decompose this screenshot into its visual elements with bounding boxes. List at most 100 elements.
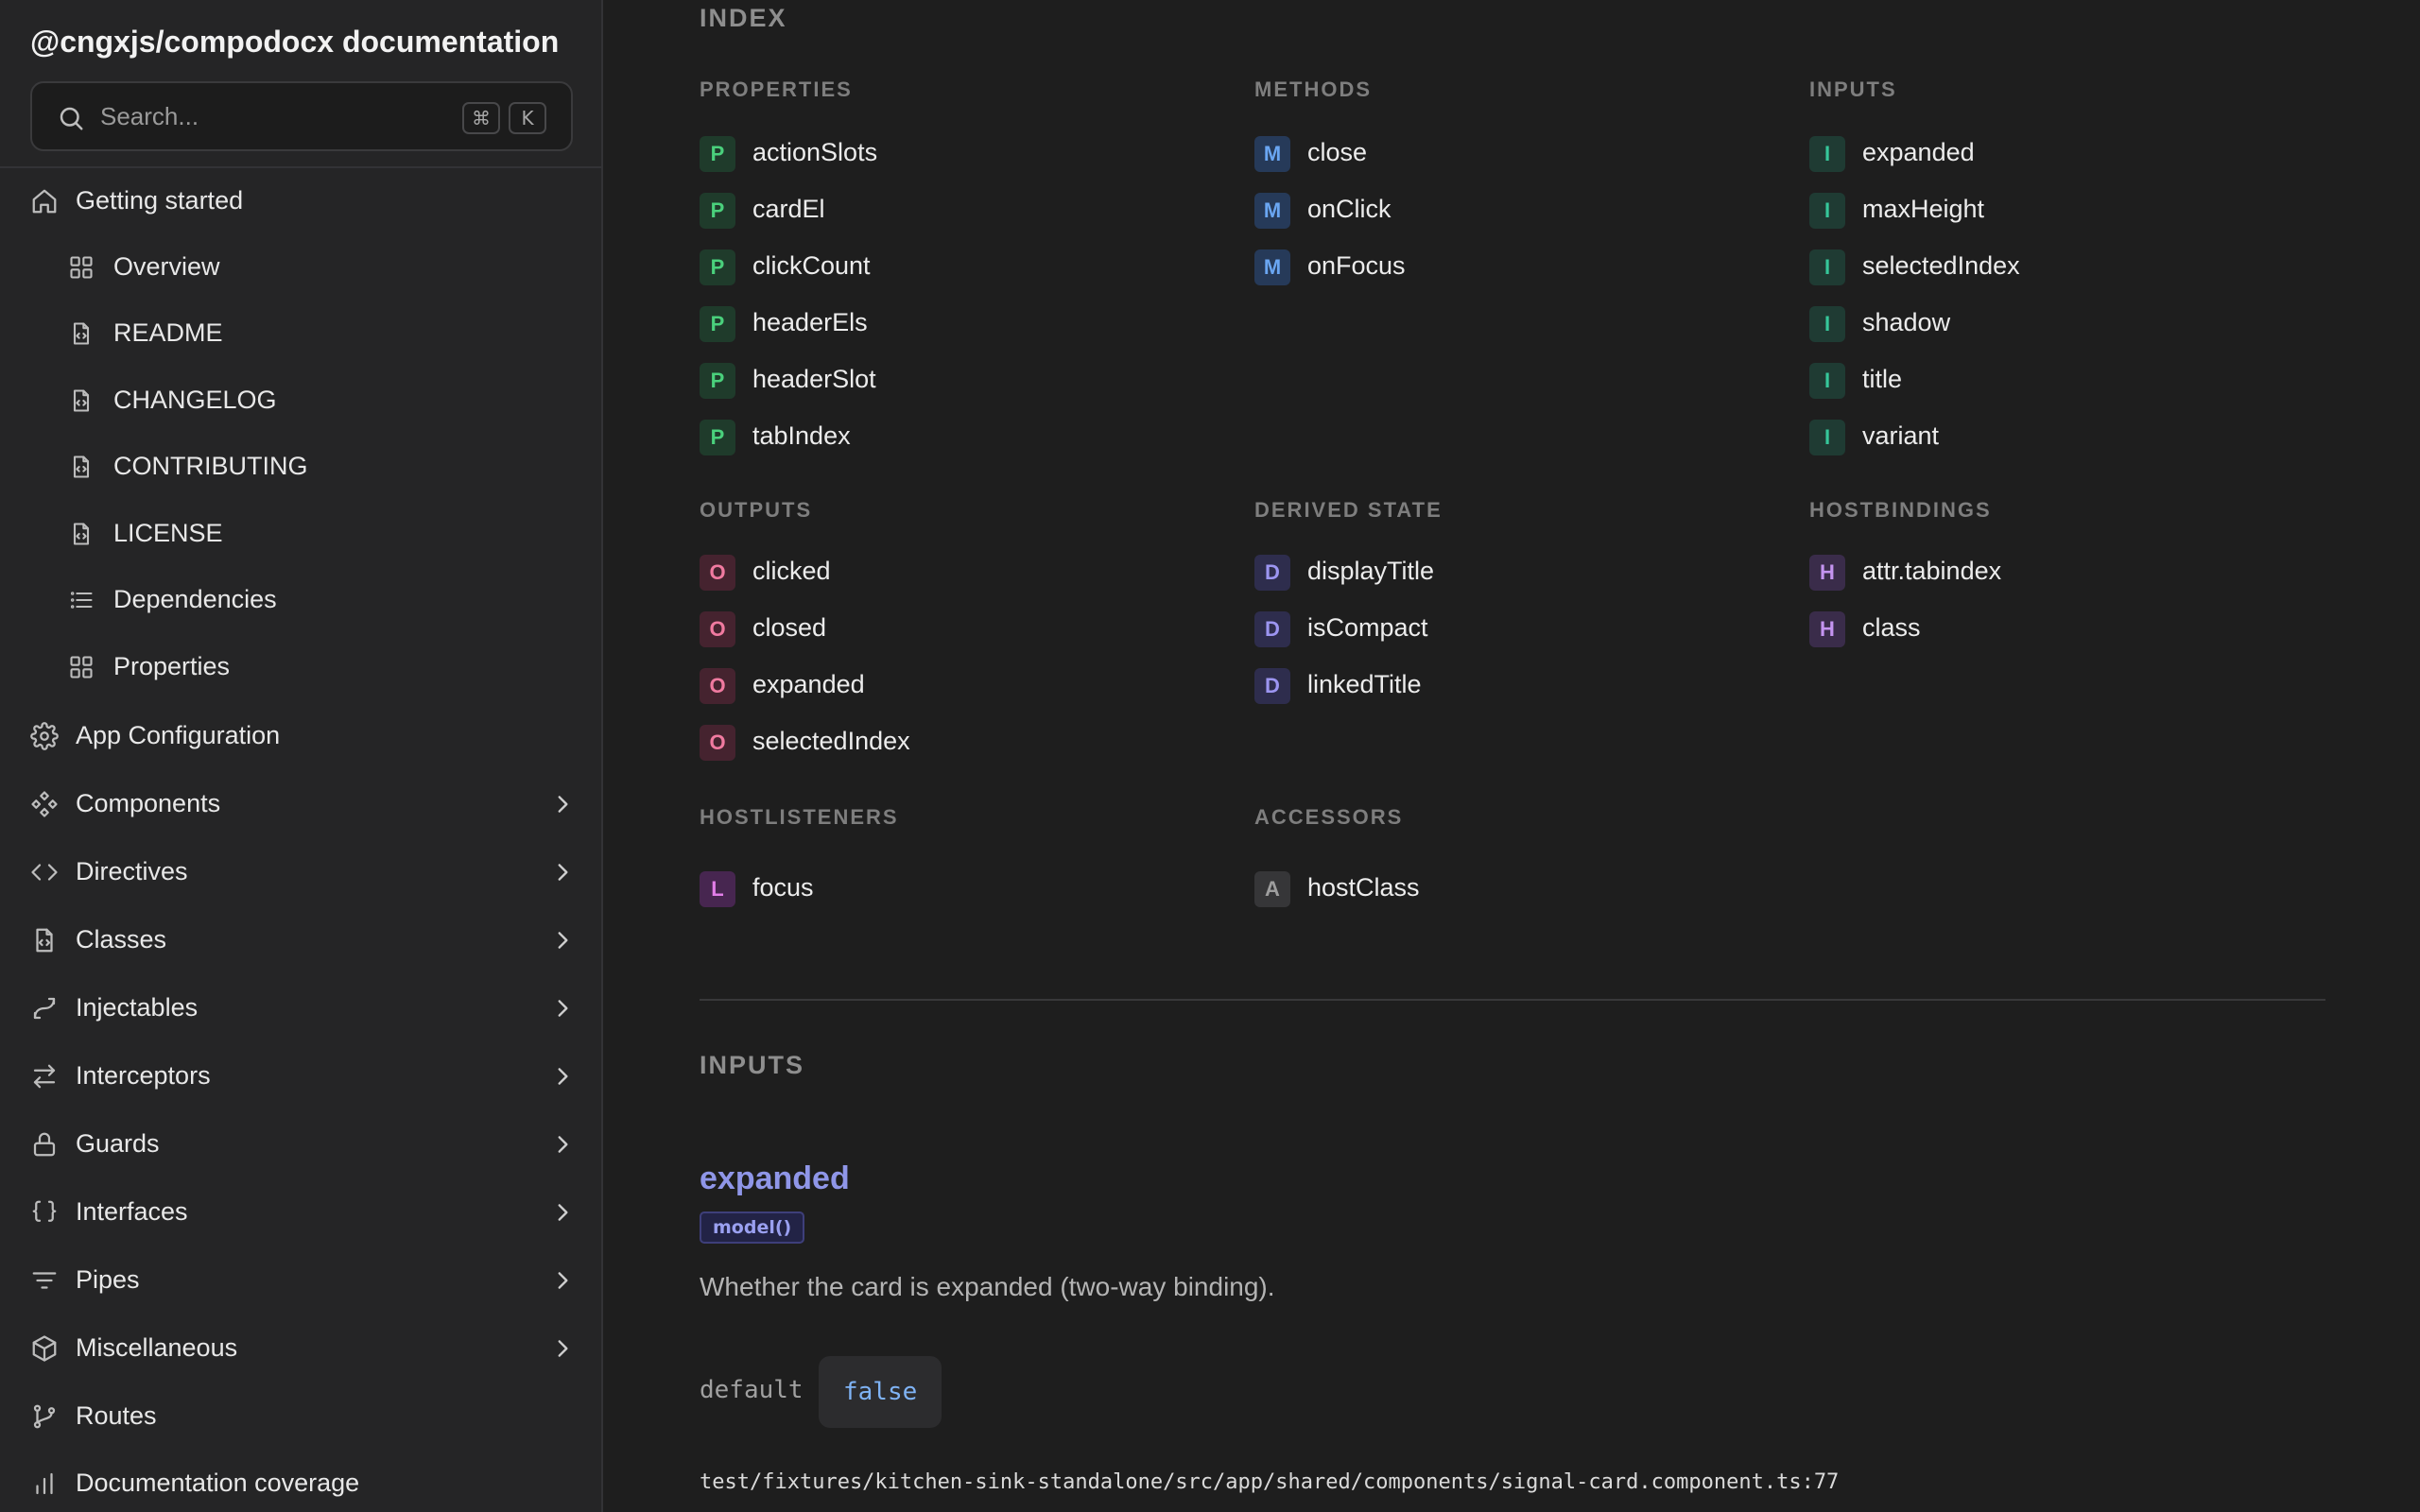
sidebar-item-label: Overview <box>113 252 220 281</box>
sidebar-item-guards[interactable]: Guards <box>0 1113 603 1174</box>
kind-badge: I <box>1809 249 1845 285</box>
chevron-right-icon[interactable] <box>550 1268 575 1293</box>
inputs-section-title: INPUTS <box>700 1051 805 1079</box>
sidebar-item-license[interactable]: LICENSE <box>0 503 603 563</box>
kind-badge: H <box>1809 555 1845 591</box>
chevron-right-icon[interactable] <box>550 792 575 816</box>
sidebar-item-properties[interactable]: Properties <box>0 636 603 696</box>
model-tag: model() <box>700 1211 805 1244</box>
chevron-right-icon[interactable] <box>550 928 575 953</box>
kind-badge: O <box>700 725 735 761</box>
index-entry-name: hostClass <box>1307 873 1420 902</box>
index-title: INDEX <box>700 4 787 32</box>
index-group-title-accessors: ACCESSORS <box>1254 805 1404 829</box>
index-entry-name: isCompact <box>1307 613 1428 642</box>
sidebar-item-label: App Configuration <box>76 721 281 749</box>
kbd-k: K <box>509 102 546 134</box>
kind-badge: M <box>1254 136 1290 172</box>
sidebar-item-components[interactable]: Components <box>0 773 603 833</box>
sidebar-item-documentation-coverage[interactable]: Documentation coverage <box>0 1452 603 1512</box>
chevron-right-icon[interactable] <box>550 1132 575 1157</box>
index-entry-name: expanded <box>752 670 865 698</box>
sidebar-divider <box>0 166 603 168</box>
index-entry-name: closed <box>752 613 827 642</box>
sidebar-item-contributing[interactable]: CONTRIBUTING <box>0 436 603 496</box>
index-entry-name: tabIndex <box>752 421 851 450</box>
index-group-title-methods: METHODS <box>1254 77 1372 101</box>
sidebar-item-label: Dependencies <box>113 585 277 613</box>
sidebar-item-dependencies[interactable]: Dependencies <box>0 569 603 629</box>
sidebar-item-routes[interactable]: Routes <box>0 1385 603 1446</box>
index-group-title-outputs: OUTPUTS <box>700 498 813 522</box>
kind-badge: M <box>1254 249 1290 285</box>
sidebar-item-label: Getting started <box>76 186 244 215</box>
sidebar-item-label: CONTRIBUTING <box>113 452 308 480</box>
sidebar-item-readme[interactable]: README <box>0 302 603 363</box>
sidebar-item-label: Routes <box>76 1401 157 1430</box>
kind-badge: I <box>1809 420 1845 455</box>
injectable-icon <box>30 994 59 1022</box>
chevron-right-icon[interactable] <box>550 1064 575 1089</box>
sidebar-item-interfaces[interactable]: Interfaces <box>0 1181 603 1242</box>
sidebar-item-interceptors[interactable]: Interceptors <box>0 1045 603 1106</box>
index-group-title-derived-state: DERIVED STATE <box>1254 498 1443 522</box>
sidebar-item-pipes[interactable]: Pipes <box>0 1249 603 1310</box>
sidebar-item-label: README <box>113 318 223 347</box>
chevron-right-icon[interactable] <box>550 1336 575 1361</box>
index-entry-name: expanded <box>1862 138 1975 166</box>
list-icon <box>68 587 95 613</box>
index-entry-name: maxHeight <box>1862 195 1985 223</box>
index-entry-name: title <box>1862 365 1903 393</box>
default-value: false <box>819 1356 942 1428</box>
sidebar-item-label: Pipes <box>76 1265 140 1294</box>
kind-badge: O <box>700 668 735 704</box>
grid-icon <box>68 654 95 680</box>
kbd-command: ⌘ <box>462 102 500 134</box>
index-entry-name: onClick <box>1307 195 1392 223</box>
sidebar-item-label: Interfaces <box>76 1197 188 1226</box>
components-icon <box>30 790 59 818</box>
search-input[interactable]: Search... ⌘ K <box>30 81 573 151</box>
kind-badge: P <box>700 306 735 342</box>
index-entry-name: clicked <box>752 557 831 585</box>
index-entry-name: selectedIndex <box>1862 251 2020 280</box>
property-description: Whether the card is expanded (two-way bi… <box>700 1272 1275 1301</box>
sidebar-item-miscellaneous[interactable]: Miscellaneous <box>0 1317 603 1378</box>
main-content: INDEX PROPERTIES PactionSlots PcardEl Pclic… <box>605 0 2420 1512</box>
chevron-right-icon[interactable] <box>550 1200 575 1225</box>
sidebar-item-directives[interactable]: Directives <box>0 841 603 902</box>
sidebar: @cngxjs/compodocx documentation Search..… <box>0 0 603 1512</box>
index-entry-name: class <box>1862 613 1921 642</box>
index-group-title-inputs: INPUTS <box>1809 77 1897 101</box>
sidebar-item-overview[interactable]: Overview <box>0 236 603 297</box>
kind-badge: O <box>700 555 735 591</box>
index-entry-name: linkedTitle <box>1307 670 1422 698</box>
sidebar-item-getting-started[interactable]: Getting started <box>0 170 603 231</box>
sidebar-item-app-configuration[interactable]: App Configuration <box>0 705 603 765</box>
kind-badge: P <box>700 249 735 285</box>
arrows-swap-icon <box>30 1062 59 1091</box>
index-entry-name: focus <box>752 873 814 902</box>
index-entry-name: close <box>1307 138 1368 166</box>
kind-badge: P <box>700 420 735 455</box>
property-name[interactable]: expanded <box>700 1160 850 1197</box>
index-entry-name: clickCount <box>752 251 871 280</box>
chevron-right-icon[interactable] <box>550 996 575 1021</box>
sidebar-item-injectables[interactable]: Injectables <box>0 977 603 1038</box>
kind-badge: P <box>700 363 735 399</box>
sidebar-item-changelog[interactable]: CHANGELOG <box>0 369 603 430</box>
chevron-right-icon[interactable] <box>550 860 575 885</box>
sidebar-item-label: Miscellaneous <box>76 1333 238 1362</box>
kind-badge: D <box>1254 555 1290 591</box>
index-entry-name: onFocus <box>1307 251 1406 280</box>
file-code-icon <box>30 926 59 954</box>
kind-badge: I <box>1809 363 1845 399</box>
sidebar-item-classes[interactable]: Classes <box>0 909 603 970</box>
sidebar-item-label: Interceptors <box>76 1061 211 1090</box>
app-title[interactable]: @cngxjs/compodocx documentation <box>30 25 559 60</box>
index-entry-name: cardEl <box>752 195 825 223</box>
index-group-title-hostlisteners: HOSTLISTENERS <box>700 805 899 829</box>
sidebar-item-label: Guards <box>76 1129 160 1158</box>
kind-badge: I <box>1809 193 1845 229</box>
source-path-link[interactable]: test/fixtures/kitchen-sink-standalone/sr… <box>700 1470 1839 1494</box>
